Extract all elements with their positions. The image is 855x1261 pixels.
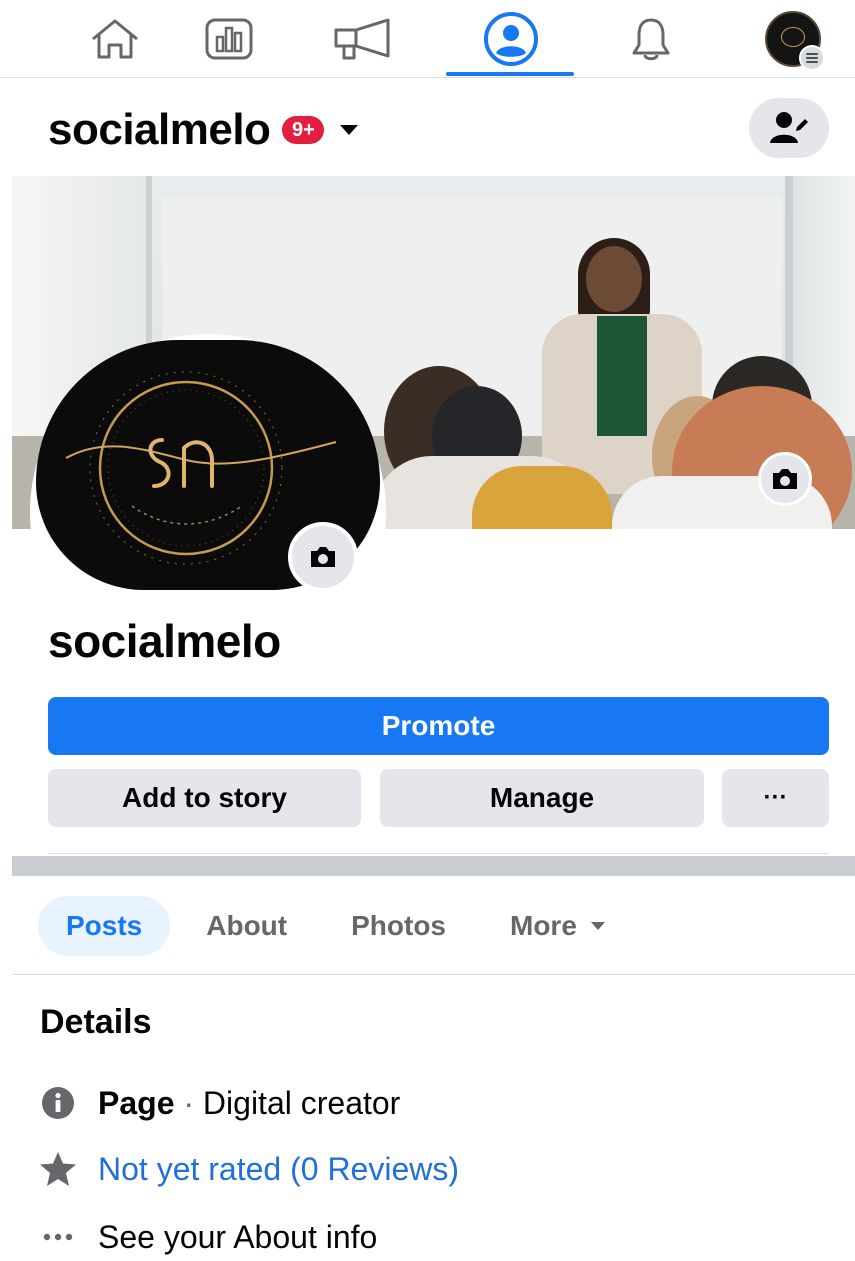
- add-to-story-button[interactable]: Add to story: [48, 769, 361, 827]
- caret-down-icon: [590, 922, 605, 930]
- detail-page-label: Page: [98, 1084, 175, 1121]
- page-title: socialmelo: [48, 615, 281, 667]
- bar-chart-icon: [205, 18, 253, 60]
- person-edit-icon: [770, 112, 808, 143]
- megaphone-icon: [334, 18, 390, 60]
- page-switcher-name: socialmelo: [48, 105, 271, 154]
- detail-about[interactable]: See your About info: [38, 1214, 377, 1260]
- avatar: [765, 11, 825, 71]
- nav-profile[interactable]: [446, 0, 576, 78]
- detail-rating[interactable]: Not yet rated (0 Reviews): [38, 1146, 459, 1192]
- notification-badge: 9+: [282, 116, 325, 144]
- about-info-link[interactable]: See your About info: [98, 1219, 377, 1256]
- caret-down-icon: [340, 125, 359, 135]
- more-options-button[interactable]: ···: [722, 769, 829, 827]
- active-tab-indicator: [446, 72, 574, 76]
- profile-icon: [484, 12, 538, 66]
- divider: [48, 853, 829, 854]
- cover-audience-shirt-2: [472, 466, 612, 529]
- detail-page-value: Digital creator: [202, 1084, 401, 1121]
- camera-icon: [311, 547, 335, 567]
- detail-page-category: Page · Digital creator: [38, 1080, 400, 1126]
- section-separator: [12, 856, 855, 876]
- logo-mini-icon: [781, 27, 805, 47]
- home-icon: [92, 19, 138, 59]
- top-navigation: [0, 0, 855, 78]
- tab-posts[interactable]: Posts: [38, 896, 171, 956]
- nav-notifications[interactable]: [586, 0, 716, 78]
- cover-presenter-head: [586, 246, 642, 312]
- more-dots-icon: [38, 1217, 78, 1257]
- tab-photos[interactable]: Photos: [323, 896, 474, 956]
- profile-tabs: Posts About Photos More: [38, 896, 633, 956]
- star-icon: [38, 1149, 78, 1189]
- more-dots-icon: ···: [763, 784, 788, 811]
- switch-profile-button[interactable]: [749, 98, 829, 158]
- tab-about[interactable]: About: [178, 896, 315, 956]
- rating-link[interactable]: Not yet rated (0 Reviews): [98, 1151, 459, 1188]
- nav-home[interactable]: [50, 0, 180, 78]
- tab-more[interactable]: More: [482, 896, 633, 956]
- divider: [12, 974, 855, 975]
- tab-label: More: [510, 910, 577, 941]
- edit-profile-picture-button[interactable]: [288, 522, 358, 592]
- bell-icon: [632, 18, 670, 61]
- promote-button[interactable]: Promote: [48, 697, 829, 755]
- cover-presenter-top: [597, 316, 647, 436]
- tab-label: Posts: [66, 910, 143, 941]
- page-switcher[interactable]: socialmelo 9+: [48, 102, 359, 158]
- nav-account-menu[interactable]: [728, 0, 855, 78]
- detail-separator: ·: [183, 1084, 195, 1121]
- tab-label: About: [206, 910, 288, 941]
- camera-icon: [773, 469, 797, 489]
- info-icon: [38, 1083, 78, 1123]
- manage-button[interactable]: Manage: [380, 769, 704, 827]
- tab-label: Photos: [351, 910, 446, 941]
- nav-ads[interactable]: [300, 0, 430, 78]
- edit-cover-button[interactable]: [758, 452, 812, 506]
- nav-insights[interactable]: [164, 0, 294, 78]
- details-heading: Details: [40, 1003, 152, 1041]
- menu-icon: [799, 45, 825, 71]
